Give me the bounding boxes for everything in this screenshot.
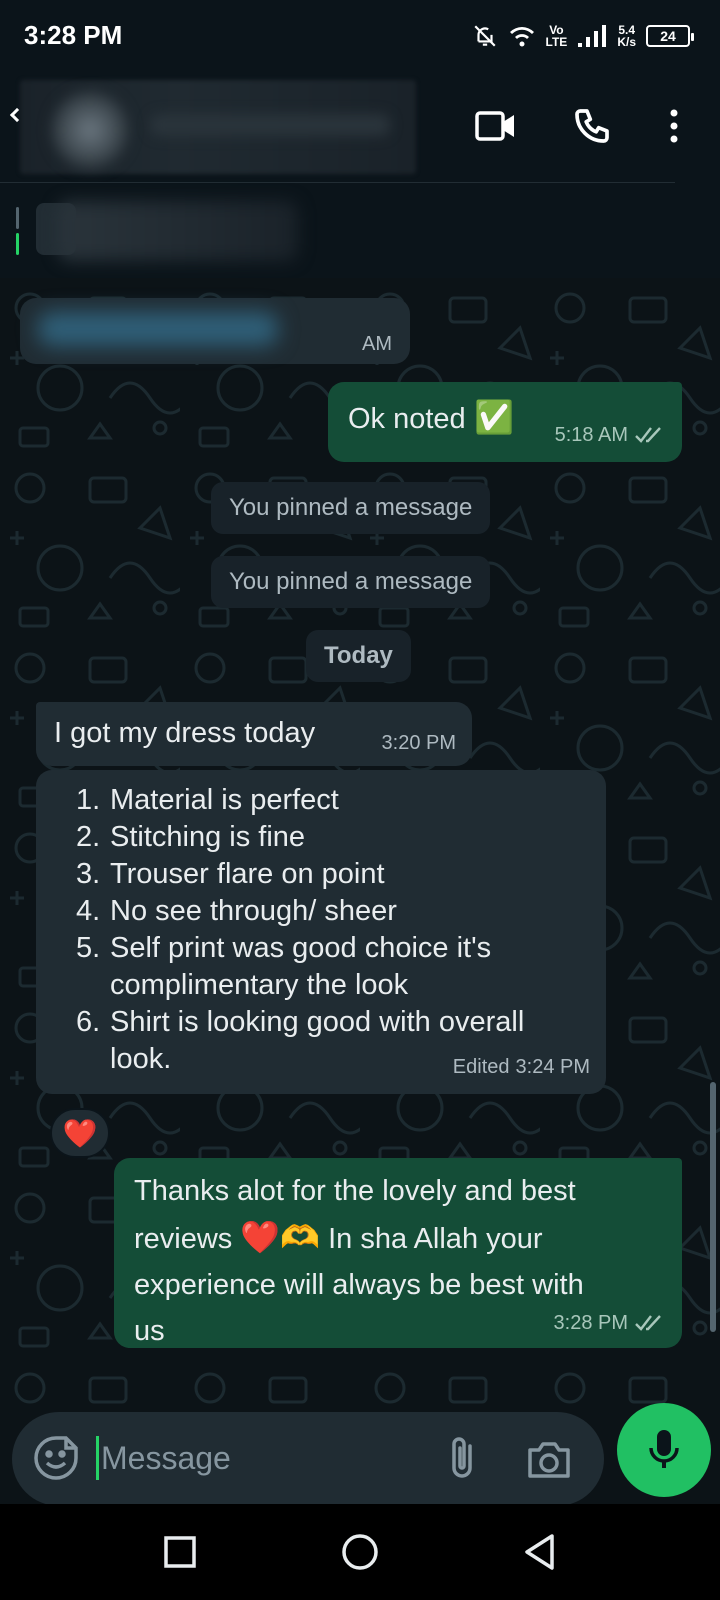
pin-indicator [16,207,19,255]
voice-call-icon[interactable] [568,102,616,150]
message-text: I got my dress today [54,717,316,749]
home-icon[interactable] [336,1528,384,1576]
list-number: 1. [76,784,101,816]
message-meta: 5:18 AM [555,416,666,454]
volte-indicator: Vo LTE [545,23,568,49]
redacted-message[interactable]: AM [20,298,410,364]
message-time: 3:20 PM [381,732,456,754]
review-list-item: 2. Stitching is fine [36,819,524,856]
system-nav-bar [0,1504,720,1600]
recents-icon[interactable] [156,1528,204,1576]
status-bar: 3:28 PM Vo LTE 5.4 K/s 24 [0,0,720,72]
system-message-pinned: You pinned a message [211,482,491,534]
message-input[interactable] [96,1436,416,1480]
message-meta: 3:28 PM [554,1304,666,1342]
list-text: complimentary the look [110,969,409,1001]
avatar[interactable] [50,90,130,170]
video-call-icon[interactable] [472,102,520,150]
mic-button[interactable] [617,1403,711,1497]
message-text: Ok noted [348,403,466,435]
check-mark-emoji: ✅ [474,399,514,435]
sticker-icon[interactable] [32,1434,80,1482]
network-speed: 5.4 K/s [617,23,636,49]
heart-reaction[interactable]: ❤️ [50,1108,110,1158]
message-time: 5:18 AM [554,424,628,446]
review-list-item: 1. Material is perfect [36,782,524,819]
list-text: Self print was good choice it's [110,932,492,964]
status-icons: Vo LTE 5.4 K/s 24 [472,18,694,54]
camera-icon[interactable] [524,1436,574,1484]
list-text: Trouser flare on point [110,858,385,890]
back-icon[interactable] [516,1528,564,1576]
bell-off-icon [474,25,496,47]
outgoing-message[interactable]: Ok noted ✅ 5:18 AM [328,382,682,462]
review-list: 1. Material is perfect 2. Stitching is fine… [36,782,524,1078]
message-composer[interactable] [12,1412,604,1506]
pinned-message-bar[interactable] [0,183,720,278]
pinned-text-redacted [58,201,298,261]
message-time: 3:24 PM [515,1056,590,1078]
wifi-icon [509,27,534,47]
list-number: 6. [76,1006,101,1038]
list-number: 5. [76,932,101,964]
heart-reaction-emoji: ❤️ [62,1117,98,1149]
date-divider: Today [306,630,411,682]
message-time: 3:28 PM [553,1312,628,1334]
review-list-item: 4. No see through/ sheer [36,893,524,930]
input-bar [0,1404,720,1506]
list-text: Stitching is fine [110,821,306,853]
outgoing-message[interactable]: Thanks alot for the lovely and best revi… [114,1158,682,1348]
signal-icon [578,25,607,47]
mic-icon [649,1430,679,1468]
list-number: 3. [76,858,101,890]
contact-name-redacted [150,114,390,136]
edited-label: Edited [452,1056,510,1078]
read-ticks-icon [635,427,661,443]
list-text: No see through/ sheer [110,895,397,927]
read-ticks-icon [635,1315,661,1331]
list-text: Shirt is looking good with overall [110,1006,525,1038]
list-number: 4. [76,895,101,927]
battery-indicator: 24 [646,25,694,47]
more-vert-icon[interactable] [650,102,698,150]
heart-hands-emoji: ❤️🫶 [240,1219,321,1255]
review-list-item: 6. Shirt is looking good with overall look… [36,1004,524,1078]
scrollbar[interactable] [710,1082,716,1332]
chat-area[interactable]: AM Ok noted ✅ 5:18 AM You pinned a messa… [0,278,720,1404]
attach-icon[interactable] [440,1434,488,1484]
list-text: Material is perfect [110,784,339,816]
list-number: 2. [76,821,101,853]
incoming-message-review[interactable]: 1. Material is perfect 2. Stitching is fine… [36,770,606,1094]
message-time: AM [362,333,392,355]
review-list-item: 3. Trouser flare on point [36,856,524,893]
message-meta: Edited 3:24 PM [453,1048,590,1086]
chat-header [0,72,720,182]
message-text: Thanks alot for the lovely and best revi… [134,1175,584,1347]
incoming-message[interactable]: I got my dress today 3:20 PM [36,702,472,766]
system-message-pinned: You pinned a message [211,556,491,608]
status-time: 3:28 PM [24,20,123,50]
review-list-item: 5. Self print was good choice it's complim… [36,930,524,1004]
